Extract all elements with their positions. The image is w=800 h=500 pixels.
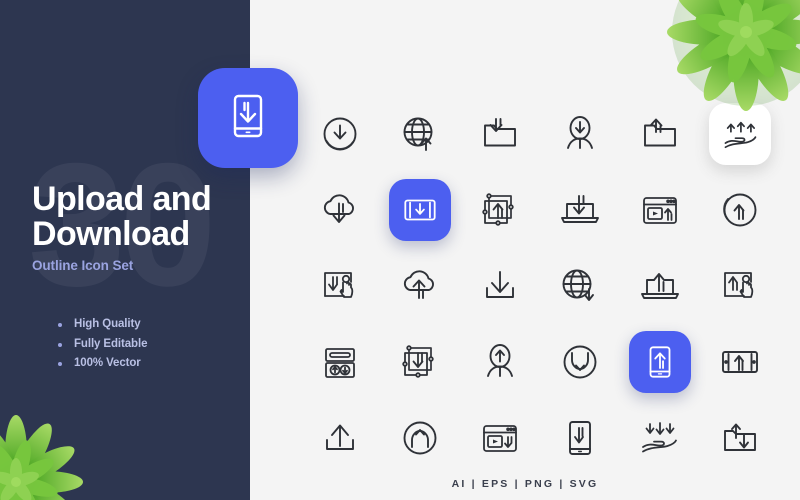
phone-download-grid-icon xyxy=(558,416,602,460)
icon-card-white[interactable] xyxy=(709,103,771,165)
icon-cell-laptop-download[interactable] xyxy=(540,172,620,248)
tablet-upload-icon xyxy=(718,340,762,384)
icon-cell-phone-download-grid[interactable] xyxy=(540,400,620,476)
icon-set-poster: 30 Upload and Download Outline Icon Set … xyxy=(0,0,800,500)
circle-download-icon xyxy=(318,112,362,156)
icon-cell-cloud-upload[interactable] xyxy=(380,248,460,324)
feature-list: High Quality Fully Editable 100% Vector xyxy=(56,318,147,377)
icon-cell-folder-transfer[interactable] xyxy=(700,400,780,476)
icon-cell-phone-upload[interactable] xyxy=(620,324,700,400)
icon-cell-screen-tap-download[interactable] xyxy=(300,248,380,324)
folder-download-icon xyxy=(478,112,522,156)
icon-cell-hand-upload[interactable] xyxy=(700,96,780,172)
icon-grid xyxy=(300,96,780,476)
circle-curve-upload-icon xyxy=(398,416,442,460)
icon-cell-user-download[interactable] xyxy=(540,96,620,172)
laptop-download-icon xyxy=(558,188,602,232)
hand-download-icon xyxy=(638,416,682,460)
icon-card-blue[interactable] xyxy=(629,331,691,393)
icon-cell-globe-upload[interactable] xyxy=(380,96,460,172)
icon-cell-browser-video-upload[interactable] xyxy=(620,172,700,248)
server-transfer-icon xyxy=(318,340,362,384)
phone-upload-icon xyxy=(641,343,679,381)
circle-upload-icon xyxy=(718,188,762,232)
list-item: Fully Editable xyxy=(56,338,147,350)
icon-cell-browser-video-download[interactable] xyxy=(460,400,540,476)
icon-cell-globe-download[interactable] xyxy=(540,248,620,324)
icon-cell-tablet-upload[interactable] xyxy=(700,324,780,400)
featured-icon-card[interactable] xyxy=(198,68,298,168)
icon-cell-folder-download[interactable] xyxy=(460,96,540,172)
icon-cell-circle-curve-upload[interactable] xyxy=(380,400,460,476)
file-formats-label: AI | EPS | PNG | SVG xyxy=(451,478,599,490)
screen-tap-upload-icon xyxy=(718,264,762,308)
icon-cell-circuit-upload[interactable] xyxy=(460,172,540,248)
icon-cell-folder-upload[interactable] xyxy=(620,96,700,172)
upload-tray-icon xyxy=(318,416,362,460)
icon-cell-circle-upload[interactable] xyxy=(700,172,780,248)
page-subtitle: Outline Icon Set xyxy=(32,258,134,274)
laptop-upload-icon xyxy=(638,264,682,308)
browser-video-download-icon xyxy=(478,416,522,460)
circuit-download-icon xyxy=(398,340,442,384)
browser-video-upload-icon xyxy=(638,188,682,232)
title-line-2: Download xyxy=(32,214,190,253)
circle-curve-download-icon xyxy=(558,340,602,384)
cloud-upload-icon xyxy=(398,264,442,308)
circuit-upload-icon xyxy=(478,188,522,232)
download-tray-icon xyxy=(478,264,522,308)
icon-cell-download-tray[interactable] xyxy=(460,248,540,324)
title-line-1: Upload and xyxy=(32,180,212,218)
icon-cell-server-transfer[interactable] xyxy=(300,324,380,400)
phone-download-icon xyxy=(222,90,274,147)
icon-card-blue[interactable] xyxy=(389,179,451,241)
globe-upload-icon xyxy=(398,112,442,156)
folder-upload-icon xyxy=(638,112,682,156)
icon-cell-screen-tap-upload[interactable] xyxy=(700,248,780,324)
icon-cell-laptop-upload[interactable] xyxy=(620,248,700,324)
icon-cell-tablet-download[interactable] xyxy=(380,172,460,248)
list-item: High Quality xyxy=(56,318,147,330)
globe-download-icon xyxy=(558,264,602,308)
icon-cell-user-upload[interactable] xyxy=(460,324,540,400)
icon-cell-cloud-download[interactable] xyxy=(300,172,380,248)
page-title: Upload and Download Outline Icon Set xyxy=(32,180,247,274)
icon-cell-circuit-download[interactable] xyxy=(380,324,460,400)
list-item: 100% Vector xyxy=(56,357,147,369)
icon-cell-circle-curve-download[interactable] xyxy=(540,324,620,400)
user-upload-icon xyxy=(478,340,522,384)
folder-transfer-icon xyxy=(718,416,762,460)
icon-cell-upload-tray[interactable] xyxy=(300,400,380,476)
icon-cell-circle-download[interactable] xyxy=(300,96,380,172)
tablet-download-icon xyxy=(401,191,439,229)
user-download-icon xyxy=(558,112,602,156)
icon-cell-hand-download[interactable] xyxy=(620,400,700,476)
cloud-download-icon xyxy=(318,188,362,232)
screen-tap-download-icon xyxy=(318,264,362,308)
hand-upload-icon xyxy=(720,114,760,154)
